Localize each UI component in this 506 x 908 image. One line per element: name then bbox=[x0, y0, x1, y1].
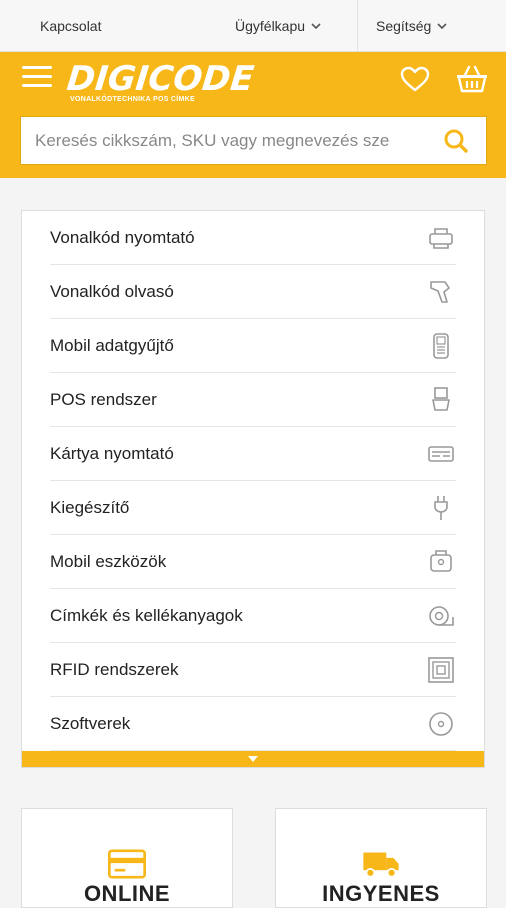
feature-card-title: INGYENES bbox=[322, 881, 440, 906]
menu-item-labels-supplies[interactable]: Címkék és kellékanyagok bbox=[50, 589, 456, 643]
mobile-printer-icon bbox=[426, 547, 456, 577]
menu-item-mobile-devices[interactable]: Mobil eszközök bbox=[50, 535, 456, 589]
menu-item-label: Szoftverek bbox=[50, 713, 131, 733]
label-roll-icon bbox=[426, 601, 456, 631]
category-menu: Vonalkód nyomtató Vonalkód olvasó Mobil … bbox=[21, 210, 485, 768]
menu-item-label: Vonalkód olvasó bbox=[50, 281, 174, 301]
chevron-down-icon bbox=[311, 23, 321, 30]
topbar-divider bbox=[357, 0, 358, 52]
menu-item-label: Mobil adatgyűjtő bbox=[50, 335, 174, 355]
site-header: DIGICODE VONALKÓDTECHNIKA POS CÍMKE bbox=[0, 52, 506, 178]
feature-cards: ONLINE INGYENES bbox=[21, 808, 487, 908]
menu-item-mobile-data-collector[interactable]: Mobil adatgyűjtő bbox=[50, 319, 456, 373]
menu-item-label: Kártya nyomtató bbox=[50, 443, 174, 463]
basket-icon[interactable] bbox=[455, 64, 489, 94]
expand-menu-button[interactable] bbox=[22, 751, 484, 767]
logo[interactable]: DIGICODE bbox=[65, 59, 256, 99]
truck-icon bbox=[363, 852, 399, 878]
contact-label: Kapcsolat bbox=[40, 18, 102, 34]
search-icon bbox=[444, 129, 468, 153]
printer-icon bbox=[426, 223, 456, 253]
search-input[interactable] bbox=[21, 117, 426, 164]
client-portal-dropdown[interactable]: Ügyfélkapu bbox=[235, 0, 321, 52]
menu-item-rfid-systems[interactable]: RFID rendszerek bbox=[50, 643, 456, 697]
menu-item-label: RFID rendszerek bbox=[50, 659, 179, 679]
menu-item-card-printer[interactable]: Kártya nyomtató bbox=[50, 427, 456, 481]
menu-item-label: Címkék és kellékanyagok bbox=[50, 605, 243, 625]
search-button[interactable] bbox=[426, 117, 486, 164]
menu-item-barcode-scanner[interactable]: Vonalkód olvasó bbox=[50, 265, 456, 319]
logo-tagline: VONALKÓDTECHNIKA POS CÍMKE bbox=[70, 96, 195, 103]
menu-item-pos-system[interactable]: POS rendszer bbox=[50, 373, 456, 427]
menu-item-barcode-printer[interactable]: Vonalkód nyomtató bbox=[50, 211, 456, 265]
search-bar bbox=[20, 116, 487, 165]
card-printer-icon bbox=[426, 439, 456, 469]
top-bar: Kapcsolat Ügyfélkapu Segítség bbox=[0, 0, 506, 52]
handheld-icon bbox=[426, 331, 456, 361]
chevron-down-icon bbox=[437, 23, 447, 30]
contact-link[interactable]: Kapcsolat bbox=[40, 0, 101, 52]
menu-item-software[interactable]: Szoftverek bbox=[50, 697, 456, 751]
menu-item-accessory[interactable]: Kiegészítő bbox=[50, 481, 456, 535]
plug-icon bbox=[426, 493, 456, 523]
heart-icon[interactable] bbox=[400, 66, 430, 92]
rfid-icon bbox=[426, 655, 456, 685]
menu-item-label: Vonalkód nyomtató bbox=[50, 227, 195, 247]
menu-item-label: Kiegészítő bbox=[50, 497, 130, 517]
feature-card-online: ONLINE bbox=[21, 808, 233, 908]
caret-down-icon bbox=[248, 756, 258, 762]
feature-card-free-shipping: INGYENES bbox=[275, 808, 487, 908]
feature-card-title: ONLINE bbox=[83, 881, 171, 906]
client-portal-label: Ügyfélkapu bbox=[235, 18, 306, 34]
hamburger-menu-icon[interactable] bbox=[22, 66, 52, 88]
pos-icon bbox=[426, 385, 456, 415]
help-label: Segítség bbox=[376, 18, 432, 34]
help-dropdown[interactable]: Segítség bbox=[376, 0, 447, 52]
scanner-icon bbox=[426, 277, 456, 307]
credit-card-icon bbox=[108, 849, 146, 879]
disc-icon bbox=[426, 709, 456, 739]
menu-item-label: POS rendszer bbox=[50, 389, 157, 409]
menu-item-label: Mobil eszközök bbox=[50, 551, 167, 571]
